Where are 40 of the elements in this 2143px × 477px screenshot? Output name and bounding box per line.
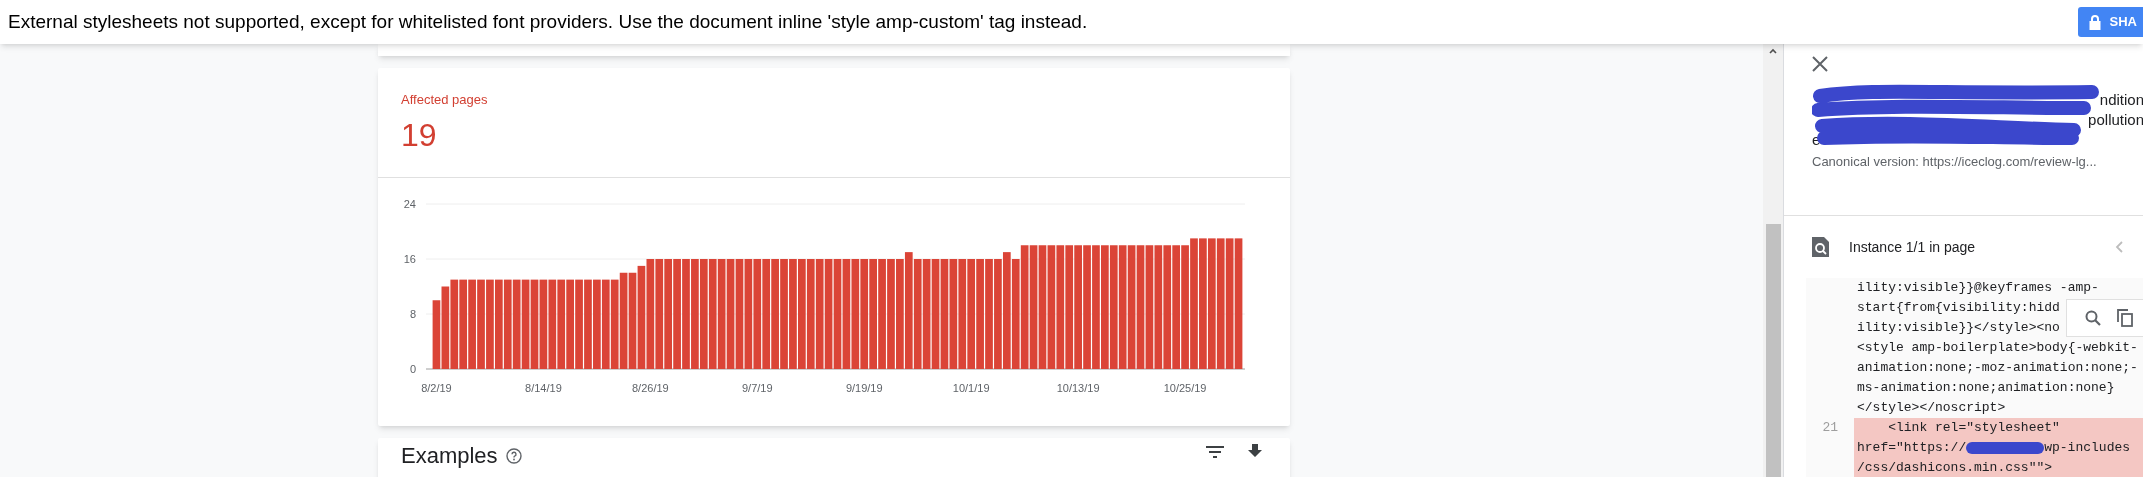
- x-axis-label: 10/1/19: [952, 382, 990, 394]
- y-axis-label: 24: [403, 198, 416, 210]
- y-axis-label: 16: [403, 253, 416, 265]
- canonical-url-text: Canonical version: https://iceclog.com/review-lg...: [1812, 153, 2098, 171]
- lock-icon: [2087, 13, 2102, 31]
- description-text: ndition: [2099, 90, 2143, 110]
- close-icon[interactable]: [1812, 56, 1828, 72]
- scroll-up-icon[interactable]: [1769, 48, 1777, 54]
- code-line: <style amp-boilerplate>body{-webkit-: [1856, 339, 2138, 357]
- code-line: animation:none;-moz-animation:none;-: [1856, 359, 2138, 377]
- affected-pages-label: Affected pages: [401, 91, 489, 109]
- x-axis-label: 9/7/19: [742, 382, 773, 394]
- filter-icon[interactable]: [1206, 446, 1224, 458]
- line-number: 21: [1821, 419, 1839, 438]
- share-button[interactable]: SHA: [2077, 7, 2143, 37]
- scrollbar[interactable]: [1763, 44, 1783, 477]
- download-icon[interactable]: [1248, 444, 1262, 460]
- code-line: start{from{visibility:hidd: [1856, 299, 2060, 317]
- search-icon[interactable]: [2085, 310, 2101, 326]
- code-line: ility:visible}}</style><no: [1856, 319, 2060, 337]
- bar: [432, 300, 441, 369]
- x-axis-label: 9/19/19: [845, 382, 883, 394]
- affected-pages-count: 19: [401, 115, 438, 155]
- code-line: ms-animation:none;animation:none}: [1856, 379, 2115, 397]
- help-icon[interactable]: [505, 448, 522, 464]
- description-text: pollution: [2088, 110, 2143, 130]
- x-axis-label: 8/14/19: [525, 382, 562, 394]
- x-axis-label: 10/25/19: [1163, 382, 1207, 394]
- page-search-icon: [1812, 237, 1829, 257]
- x-axis-label: 8/2/19: [421, 382, 452, 394]
- error-message: External stylesheets not supported, except for whitelisted font providers. Use the document inline 'style amp-custom' tag instead.: [8, 9, 1088, 34]
- code-line: ility:visible}}@keyframes -amp-: [1856, 279, 2099, 297]
- copy-icon[interactable]: [2117, 309, 2133, 327]
- x-axis-label: 8/26/19: [632, 382, 669, 394]
- examples-title: Examples: [401, 444, 498, 468]
- x-axis-label: 10/13/19: [1056, 382, 1100, 394]
- y-axis-label: 8: [409, 308, 416, 320]
- instance-label: Instance 1/1 in page: [1849, 237, 1977, 257]
- code-line: </style></noscript>: [1856, 399, 2006, 417]
- y-axis-label: 0: [409, 363, 416, 375]
